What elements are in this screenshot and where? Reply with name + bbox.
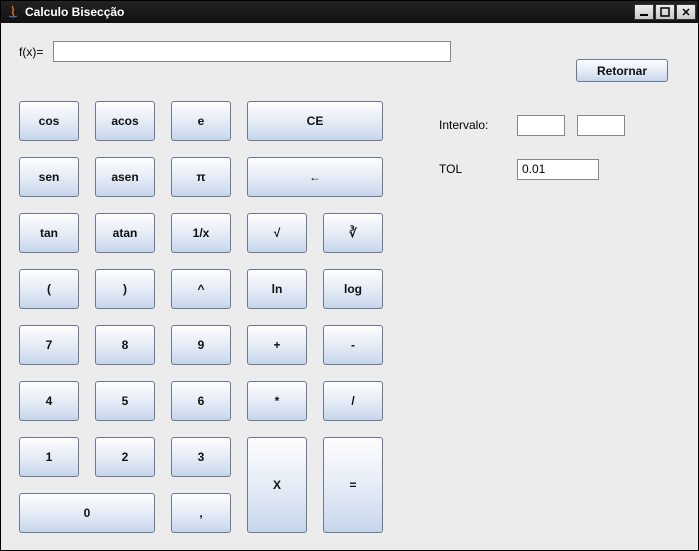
comma-button[interactable]: , (171, 493, 231, 533)
lparen-button[interactable]: ( (19, 269, 79, 309)
close-button[interactable] (676, 4, 696, 20)
java-icon (5, 4, 21, 20)
rparen-button[interactable]: ) (95, 269, 155, 309)
equals-button[interactable]: = (323, 437, 383, 533)
minimize-button[interactable] (634, 4, 654, 20)
digit-8-button[interactable]: 8 (95, 325, 155, 365)
digit-2-button[interactable]: 2 (95, 437, 155, 477)
digit-6-button[interactable]: 6 (171, 381, 231, 421)
cos-button[interactable]: cos (19, 101, 79, 141)
window-buttons (633, 4, 696, 20)
pi-button[interactable]: π (171, 157, 231, 197)
fx-input[interactable] (53, 41, 451, 62)
intervalo-inputs (517, 115, 625, 136)
cbrt-button[interactable]: ∛ (323, 213, 383, 253)
tol-input[interactable] (517, 159, 599, 180)
e-button[interactable]: e (171, 101, 231, 141)
titlebar: Calculo Bisecção (1, 1, 698, 23)
minus-button[interactable]: - (323, 325, 383, 365)
log-button[interactable]: log (323, 269, 383, 309)
backspace-button[interactable]: ← (247, 157, 383, 197)
acos-button[interactable]: acos (95, 101, 155, 141)
clear-entry-button[interactable]: CE (247, 101, 383, 141)
intervalo-a-input[interactable] (517, 115, 565, 136)
window-title: Calculo Bisecção (25, 5, 633, 19)
maximize-button[interactable] (655, 4, 675, 20)
tol-row: TOL (439, 147, 625, 191)
digit-0-button[interactable]: 0 (19, 493, 155, 533)
side-panel: Intervalo: TOL (439, 103, 625, 191)
return-button[interactable]: Retornar (576, 59, 668, 82)
tan-button[interactable]: tan (19, 213, 79, 253)
digit-3-button[interactable]: 3 (171, 437, 231, 477)
tol-label: TOL (439, 162, 517, 176)
reciprocal-button[interactable]: 1/x (171, 213, 231, 253)
digit-9-button[interactable]: 9 (171, 325, 231, 365)
content-area: f(x)= Retornar Intervalo: TOL cos acos e… (1, 23, 698, 550)
sen-button[interactable]: sen (19, 157, 79, 197)
intervalo-row: Intervalo: (439, 103, 625, 147)
multiply-button[interactable]: * (247, 381, 307, 421)
asen-button[interactable]: asen (95, 157, 155, 197)
x-variable-button[interactable]: X (247, 437, 307, 533)
divide-button[interactable]: / (323, 381, 383, 421)
sqrt-button[interactable]: √ (247, 213, 307, 253)
fx-label: f(x)= (19, 45, 53, 59)
atan-button[interactable]: atan (95, 213, 155, 253)
digit-1-button[interactable]: 1 (19, 437, 79, 477)
power-button[interactable]: ^ (171, 269, 231, 309)
plus-button[interactable]: + (247, 325, 307, 365)
app-window: Calculo Bisecção f(x)= Retornar Interval… (0, 0, 699, 551)
digit-4-button[interactable]: 4 (19, 381, 79, 421)
digit-7-button[interactable]: 7 (19, 325, 79, 365)
intervalo-b-input[interactable] (577, 115, 625, 136)
intervalo-label: Intervalo: (439, 118, 517, 132)
ln-button[interactable]: ln (247, 269, 307, 309)
digit-5-button[interactable]: 5 (95, 381, 155, 421)
